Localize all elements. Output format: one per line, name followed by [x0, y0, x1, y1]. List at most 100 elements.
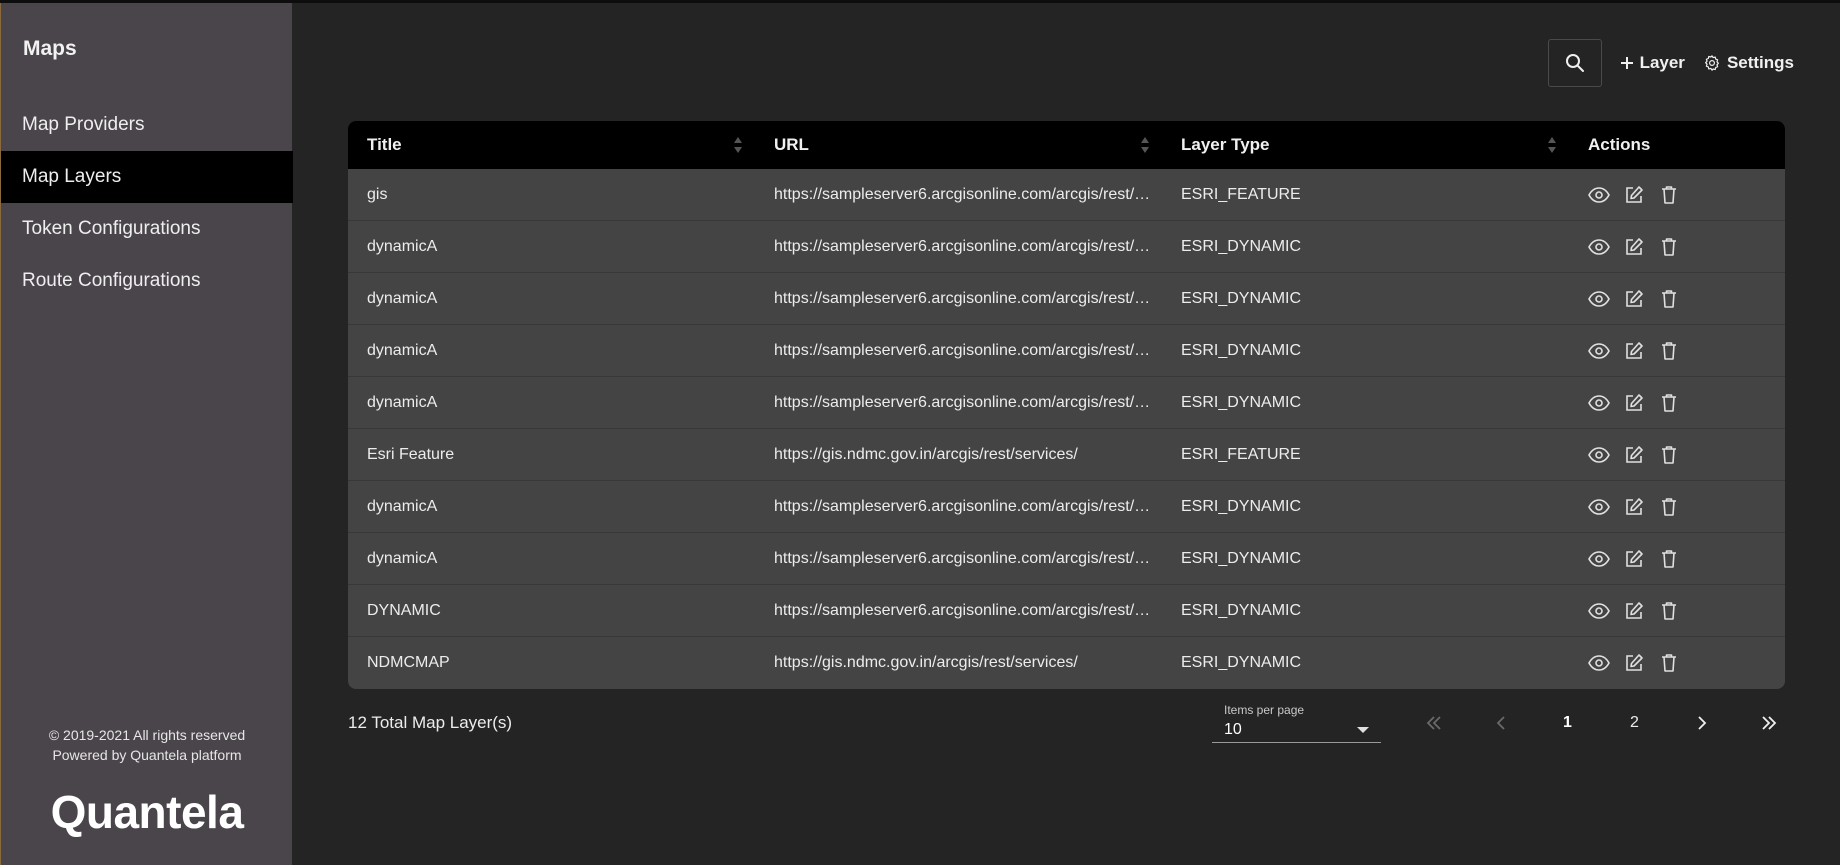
cell-url: https://sampleserver6.arcgisonline.com/a…: [774, 185, 1162, 203]
edit-icon: [1626, 549, 1643, 567]
delete-button[interactable]: [1658, 496, 1680, 518]
cell-layer-type: ESRI_DYNAMIC: [1181, 601, 1302, 619]
trash-icon: [1662, 445, 1676, 464]
table-header: Title URL Layer Type Actions: [348, 121, 1785, 169]
map-layers-table: Title URL Layer Type Actions gis https://…: [348, 121, 1785, 689]
view-button[interactable]: [1588, 444, 1610, 466]
cell-title: Esri Feature: [367, 445, 455, 463]
add-layer-label: Layer: [1639, 53, 1685, 72]
powered-by-line: Powered by Quantela platform: [52, 747, 242, 763]
edit-icon: [1626, 497, 1643, 515]
settings-label: Settings: [1726, 53, 1794, 72]
column-header-title-label: Title: [367, 135, 402, 154]
page-1-button[interactable]: 1: [1534, 707, 1601, 739]
edit-icon: [1626, 237, 1643, 255]
edit-button[interactable]: [1623, 392, 1645, 414]
edit-button[interactable]: [1623, 548, 1645, 570]
chevron-left-icon: [1496, 716, 1505, 730]
view-button[interactable]: [1588, 652, 1610, 674]
trash-icon: [1662, 237, 1676, 256]
items-per-page-label: Items per page: [1224, 703, 1305, 717]
trash-icon: [1662, 601, 1676, 620]
total-count: 12 Total Map Layer(s): [348, 713, 513, 732]
table-row: DYNAMIC https://sampleserver6.arcgisonlin…: [348, 585, 1785, 637]
double-chevron-right-icon: [1761, 716, 1776, 730]
items-per-page-select[interactable]: Items per page 10: [1212, 701, 1381, 743]
edit-button[interactable]: [1623, 444, 1645, 466]
view-button[interactable]: [1588, 548, 1610, 570]
sidebar-nav: Map Providers Map Layers Token Configura…: [1, 99, 293, 307]
toolbar: Layer Settings: [1547, 39, 1794, 87]
page-2-button[interactable]: 2: [1601, 707, 1668, 739]
sort-icon: [1141, 137, 1149, 153]
view-button[interactable]: [1588, 600, 1610, 622]
sidebar-item-map-providers[interactable]: Map Providers: [1, 99, 293, 151]
view-button[interactable]: [1588, 236, 1610, 258]
sidebar-item-token-configurations[interactable]: Token Configurations: [1, 203, 293, 255]
prev-page-button[interactable]: [1467, 707, 1534, 739]
edit-button[interactable]: [1623, 600, 1645, 622]
view-button[interactable]: [1588, 184, 1610, 206]
delete-button[interactable]: [1658, 288, 1680, 310]
delete-button[interactable]: [1658, 392, 1680, 414]
cell-layer-type: ESRI_DYNAMIC: [1181, 341, 1302, 359]
sidebar-item-route-configurations[interactable]: Route Configurations: [1, 255, 293, 307]
delete-button[interactable]: [1658, 652, 1680, 674]
view-button[interactable]: [1588, 496, 1610, 518]
cell-actions: [1569, 652, 1785, 674]
column-header-url[interactable]: URL: [755, 121, 1162, 169]
delete-button[interactable]: [1658, 548, 1680, 570]
edit-button[interactable]: [1623, 652, 1645, 674]
trash-icon: [1662, 185, 1676, 204]
add-layer-button[interactable]: Layer: [1620, 53, 1685, 73]
sidebar: Maps Map Providers Map Layers Token Conf…: [0, 3, 293, 865]
delete-button[interactable]: [1658, 600, 1680, 622]
eye-icon: [1588, 186, 1610, 203]
delete-button[interactable]: [1658, 236, 1680, 258]
view-button[interactable]: [1588, 288, 1610, 310]
delete-button[interactable]: [1658, 184, 1680, 206]
eye-icon: [1588, 602, 1610, 619]
cell-layer-type: ESRI_FEATURE: [1181, 185, 1301, 203]
trash-icon: [1662, 289, 1676, 308]
cell-layer-type: ESRI_DYNAMIC: [1181, 393, 1302, 411]
copyright-line: © 2019-2021 All rights reserved: [48, 727, 246, 743]
view-button[interactable]: [1588, 340, 1610, 362]
edit-icon: [1626, 654, 1643, 671]
column-header-title[interactable]: Title: [348, 121, 755, 169]
view-button[interactable]: [1588, 392, 1610, 414]
edit-button[interactable]: [1623, 340, 1645, 362]
chevron-right-icon: [1697, 716, 1706, 730]
sidebar-item-map-layers[interactable]: Map Layers: [1, 151, 293, 203]
table-row: Esri Feature https://gis.ndmc.gov.in/arcg…: [348, 429, 1785, 481]
first-page-button[interactable]: [1400, 707, 1467, 739]
cell-url: https://sampleserver6.arcgisonline.com/a…: [774, 497, 1162, 515]
column-header-layer-type[interactable]: Layer Type: [1162, 121, 1569, 169]
edit-button[interactable]: [1623, 184, 1645, 206]
edit-button[interactable]: [1623, 236, 1645, 258]
delete-button[interactable]: [1658, 340, 1680, 362]
search-button[interactable]: [1547, 39, 1602, 87]
trash-icon: [1662, 654, 1676, 672]
edit-button[interactable]: [1623, 496, 1645, 518]
delete-button[interactable]: [1658, 444, 1680, 466]
cell-title: dynamicA: [367, 497, 438, 515]
eye-icon: [1588, 655, 1610, 671]
cell-actions: [1569, 184, 1785, 206]
last-page-button[interactable]: [1735, 707, 1802, 739]
cell-actions: [1569, 444, 1785, 466]
edit-icon: [1626, 341, 1643, 359]
table-row: dynamicA https://sampleserver6.arcgisonli…: [348, 481, 1785, 533]
next-page-button[interactable]: [1668, 707, 1735, 739]
double-chevron-left-icon: [1426, 716, 1441, 730]
cell-layer-type: ESRI_FEATURE: [1181, 445, 1301, 463]
eye-icon: [1588, 238, 1610, 255]
cell-layer-type: ESRI_DYNAMIC: [1181, 497, 1302, 515]
cell-actions: [1569, 496, 1785, 518]
edit-button[interactable]: [1623, 288, 1645, 310]
cell-url: https://sampleserver6.arcgisonline.com/a…: [774, 393, 1162, 411]
settings-button[interactable]: Settings: [1703, 53, 1794, 73]
trash-icon: [1662, 341, 1676, 360]
cell-title: dynamicA: [367, 393, 438, 411]
cell-actions: [1569, 392, 1785, 414]
